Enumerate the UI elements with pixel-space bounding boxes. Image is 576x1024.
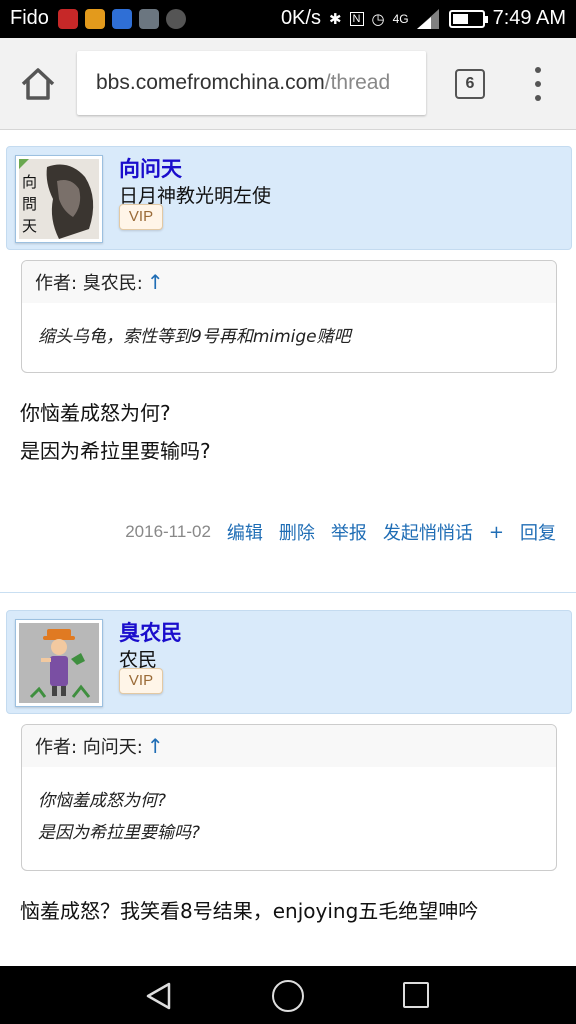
private-message-link[interactable]: 发起悄悄话 bbox=[383, 519, 473, 545]
jump-to-quoted-arrow-icon[interactable]: ↑ bbox=[147, 734, 164, 758]
wifi-notification-icon bbox=[112, 9, 132, 29]
post-user-bar: 向 問 天 向问天 日月神教光明左使 VIP bbox=[6, 146, 572, 250]
post-divider bbox=[0, 592, 576, 593]
system-nav-bar bbox=[0, 966, 576, 1024]
battery-icon bbox=[448, 9, 488, 28]
post-line: 恼羞成怒？我笑看8号结果，enjoying五毛绝望呻吟 bbox=[20, 899, 479, 923]
post-user-bar: 臭农民 农民 VIP bbox=[6, 610, 572, 714]
quote-line: 是因为希拉里要输吗? bbox=[38, 823, 201, 843]
post-actions: 2016-11-02 编辑 删除 举报 发起悄悄话 + 回复 bbox=[125, 519, 556, 545]
nfc-icon: N bbox=[349, 11, 364, 26]
home-circle-icon[interactable] bbox=[272, 980, 304, 1012]
quote-header: 作者: 臭农民: ↑ bbox=[22, 261, 556, 303]
quote-header: 作者: 向问天: ↑ bbox=[22, 725, 556, 767]
recent-apps-icon[interactable] bbox=[403, 982, 429, 1008]
alarm-icon: ◷ bbox=[371, 10, 385, 28]
quote-body: 你恼羞成怒为何? 是因为希拉里要输吗? bbox=[22, 767, 556, 849]
url-domain: bbs.comefromchina.com bbox=[96, 71, 325, 94]
quote-author: 作者: 向问天: bbox=[35, 737, 143, 758]
back-icon[interactable] bbox=[144, 981, 174, 1011]
jump-to-quoted-arrow-icon[interactable]: ↑ bbox=[147, 270, 164, 294]
post-line: 你恼羞成怒为何? bbox=[20, 401, 171, 425]
account-notification-icon bbox=[166, 9, 186, 29]
image-notification-icon bbox=[139, 9, 159, 29]
signal-icon bbox=[416, 8, 439, 29]
username[interactable]: 臭农民 bbox=[119, 617, 182, 647]
net-speed: 0K/s bbox=[280, 7, 321, 29]
quote-block: 作者: 向问天: ↑ 你恼羞成怒为何? 是因为希拉里要输吗? bbox=[21, 724, 557, 871]
vip-badge: VIP bbox=[119, 668, 163, 694]
tab-switcher-button[interactable]: 6 bbox=[455, 69, 485, 99]
bluetooth-icon: ✱ bbox=[328, 10, 342, 28]
status-bar: Fido 0K/s ✱ N ◷ 4G 7:49 AM bbox=[0, 0, 576, 38]
report-link[interactable]: 举报 bbox=[331, 519, 367, 545]
avatar[interactable]: 向 問 天 bbox=[15, 155, 103, 243]
plus-link[interactable]: + bbox=[489, 522, 504, 543]
quote-block: 作者: 臭农民: ↑ 缩头乌龟，索性等到9号再和mimige赌吧 bbox=[21, 260, 557, 373]
vip-badge: VIP bbox=[119, 204, 163, 230]
clock: 7:49 AM bbox=[492, 7, 566, 29]
svg-text:向: 向 bbox=[22, 173, 37, 191]
quote-body: 缩头乌龟，索性等到9号再和mimige赌吧 bbox=[22, 303, 556, 353]
message-notification-icon bbox=[58, 9, 78, 29]
svg-text:問: 問 bbox=[22, 195, 37, 213]
network-type: 4G bbox=[392, 11, 409, 26]
delete-link[interactable]: 删除 bbox=[279, 519, 315, 545]
svg-text:天: 天 bbox=[22, 217, 37, 235]
store-notification-icon bbox=[85, 9, 105, 29]
browser-toolbar: bbs.comefromchina.com/thread 6 bbox=[0, 38, 576, 130]
home-icon[interactable] bbox=[18, 64, 58, 104]
edit-link[interactable]: 编辑 bbox=[227, 519, 263, 545]
post-body: 恼羞成怒？我笑看8号结果，enjoying五毛绝望呻吟 bbox=[20, 892, 478, 930]
status-right: 0K/s ✱ N ◷ 4G 7:49 AM bbox=[281, 7, 566, 30]
quote-line: 你恼羞成怒为何? bbox=[38, 791, 167, 811]
avatar[interactable] bbox=[15, 619, 103, 707]
url-bar[interactable]: bbs.comefromchina.com/thread bbox=[77, 51, 426, 115]
post-date: 2016-11-02 bbox=[125, 522, 211, 541]
notification-icons bbox=[58, 9, 186, 29]
overflow-menu-icon[interactable] bbox=[528, 67, 548, 101]
avatar-image bbox=[19, 623, 99, 703]
carrier-label: Fido bbox=[10, 7, 49, 29]
url-text: bbs.comefromchina.com/thread bbox=[96, 71, 390, 95]
avatar-image: 向 問 天 bbox=[19, 159, 99, 239]
post-body: 你恼羞成怒为何? 是因为希拉里要输吗? bbox=[20, 394, 211, 470]
url-path: /thread bbox=[324, 71, 391, 94]
reply-link[interactable]: 回复 bbox=[520, 519, 556, 545]
username[interactable]: 向问天 bbox=[119, 153, 182, 183]
post-line: 是因为希拉里要输吗? bbox=[20, 439, 211, 463]
thread-content: 向 問 天 向问天 日月神教光明左使 VIP 作者: 臭农民: ↑ 缩头乌龟，索性… bbox=[0, 131, 576, 966]
quote-author: 作者: 臭农民: bbox=[35, 273, 143, 294]
quote-line: 缩头乌龟，索性等到9号再和mimige赌吧 bbox=[38, 327, 351, 347]
